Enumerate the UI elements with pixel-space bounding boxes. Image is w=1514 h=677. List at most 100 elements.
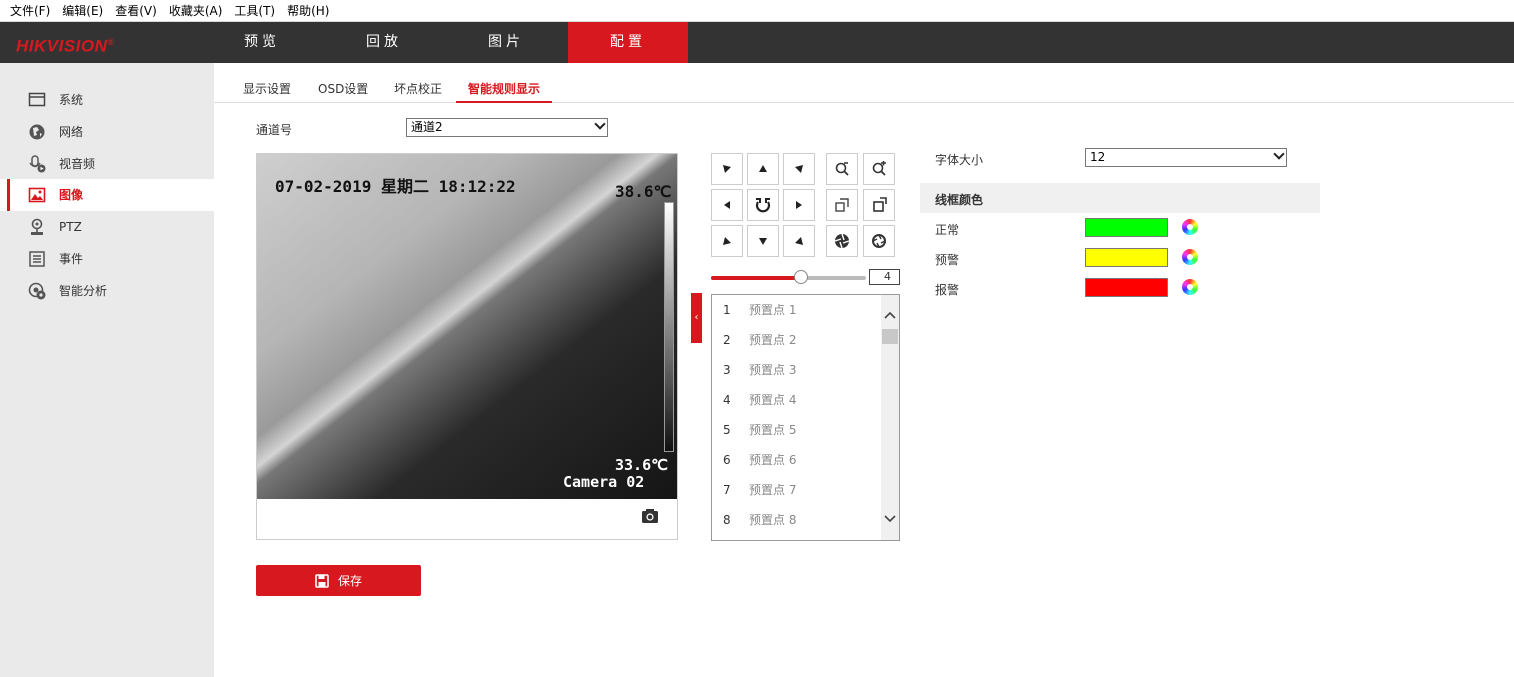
ptz-down-left-button[interactable] — [711, 225, 743, 257]
sidebar-item-label: 图像 — [59, 188, 84, 202]
sidebar-item-smart-analysis[interactable]: 智能分析 — [0, 275, 214, 307]
list-item[interactable]: 3 预置点 3 — [712, 355, 882, 385]
focus-far-button[interactable] — [863, 189, 895, 221]
ptz-left-button[interactable] — [711, 189, 743, 221]
smart-analysis-icon — [28, 282, 46, 300]
sidebar-item-video-audio[interactable]: 视音频 — [0, 148, 214, 180]
menu-favorites[interactable]: 收藏夹(A) — [163, 0, 229, 22]
list-item[interactable]: 6 预置点 6 — [712, 445, 882, 475]
osd-datetime: 07-02-2019 星期二 18:12:22 — [275, 177, 516, 196]
sidebar: 系统 网络 视音频 图像 PTZ 事件 智能分析 — [0, 63, 214, 677]
tab-dead-pixel-correction[interactable]: 坏点校正 — [394, 77, 442, 103]
iris-close-button[interactable] — [863, 225, 895, 257]
nav-tab-playback[interactable]: 回放 — [324, 22, 444, 63]
normal-color-label: 正常 — [935, 223, 960, 237]
nav-tab-preview[interactable]: 预览 — [202, 22, 322, 63]
chevron-up-icon[interactable] — [884, 311, 896, 319]
list-item[interactable]: 4 预置点 4 — [712, 385, 882, 415]
color-picker-icon[interactable] — [1182, 279, 1198, 295]
menu-help[interactable]: 帮助(H) — [281, 0, 335, 22]
tab-smart-rule-display[interactable]: 智能规则显示 — [456, 77, 553, 103]
camera-icon[interactable] — [641, 508, 659, 524]
alarm-color-swatch[interactable] — [1085, 278, 1168, 297]
list-icon — [29, 251, 45, 267]
list-item[interactable]: 5 预置点 5 — [712, 415, 882, 445]
sidebar-item-image[interactable]: 图像 — [0, 179, 214, 211]
frame-color-section-header: 线框颜色 — [920, 183, 1320, 213]
arrow-down-left-icon — [723, 237, 731, 245]
ptz-down-right-button[interactable] — [783, 225, 815, 257]
chevron-down-icon[interactable] — [884, 515, 896, 523]
ptz-speed-value[interactable]: 4 — [869, 269, 900, 285]
list-item[interactable]: 7 预置点 7 — [712, 475, 882, 505]
frame-color-header: 线框颜色 — [935, 193, 984, 207]
chevron-down-icon — [594, 118, 606, 130]
iris-open-button[interactable] — [826, 225, 858, 257]
ptz-up-right-button[interactable] — [783, 153, 815, 185]
sidebar-item-event[interactable]: 事件 — [0, 243, 214, 275]
globe-icon — [29, 124, 45, 140]
ptz-up-button[interactable] — [747, 153, 779, 185]
sidebar-item-system[interactable]: 系统 — [0, 84, 214, 116]
sidebar-item-label: 视音频 — [59, 157, 96, 171]
ptz-speed-slider-fill — [711, 276, 801, 280]
ptz-down-button[interactable] — [747, 225, 779, 257]
channel-select-value: 通道2 — [411, 120, 443, 134]
sidebar-item-network[interactable]: 网络 — [0, 116, 214, 148]
tab-osd-settings[interactable]: OSD设置 — [318, 77, 368, 103]
color-picker-icon[interactable] — [1182, 249, 1198, 265]
warning-color-swatch[interactable] — [1085, 248, 1168, 267]
zoom-out-icon — [835, 162, 849, 176]
chevron-left-icon: ‹ — [694, 312, 699, 323]
monitor-icon — [28, 92, 46, 107]
ptz-right-button[interactable] — [783, 189, 815, 221]
thermal-video-frame[interactable]: 07-02-2019 星期二 18:12:22 38.6℃ 33.6℃ Came… — [257, 154, 677, 499]
arrow-up-icon — [759, 165, 767, 172]
hikvision-logo: HIKVISION® — [16, 36, 115, 56]
arrow-down-icon — [759, 238, 767, 245]
tab-display-settings[interactable]: 显示设置 — [243, 77, 291, 103]
menu-tools[interactable]: 工具(T) — [228, 0, 281, 22]
rotate-icon — [755, 198, 771, 213]
list-item[interactable]: 2 预置点 2 — [712, 325, 882, 355]
scrollbar-thumb[interactable] — [882, 329, 898, 344]
ptz-speed-slider[interactable] — [711, 270, 866, 284]
iris-open-icon — [834, 233, 850, 249]
image-icon — [28, 187, 46, 203]
zoom-out-button[interactable] — [826, 153, 858, 185]
ptz-speed-slider-handle[interactable] — [793, 270, 808, 284]
top-nav-bar: HIKVISION® 预览 回放 图片 配置 — [0, 22, 1514, 63]
arrow-left-icon — [724, 201, 730, 209]
arrow-up-left-icon — [723, 165, 731, 173]
osd-temp-max: 38.6℃ — [615, 182, 672, 201]
chevron-down-icon — [1273, 148, 1285, 160]
ptz-auto-button[interactable] — [747, 189, 779, 221]
save-button[interactable]: 保存 — [256, 565, 421, 596]
list-item[interactable]: 1 预置点 1 — [712, 295, 882, 325]
menu-view[interactable]: 查看(V) — [109, 0, 163, 22]
zoom-in-button[interactable] — [863, 153, 895, 185]
mic-video-icon — [29, 155, 46, 173]
warning-color-label: 预警 — [935, 253, 960, 267]
font-size-select-value: 12 — [1090, 150, 1106, 164]
sidebar-item-ptz[interactable]: PTZ — [0, 211, 214, 243]
ptz-up-left-button[interactable] — [711, 153, 743, 185]
sidebar-item-label: 智能分析 — [59, 284, 108, 298]
nav-tab-configuration[interactable]: 配置 — [568, 22, 688, 63]
color-picker-icon[interactable] — [1182, 219, 1198, 235]
osd-camera-name: Camera 02 — [563, 473, 645, 491]
font-size-select[interactable]: 12 — [1085, 148, 1287, 167]
focus-near-icon — [835, 198, 849, 212]
preset-list-scrollbar[interactable] — [881, 295, 899, 540]
sidebar-item-label: 事件 — [59, 252, 84, 266]
menu-edit[interactable]: 编辑(E) — [56, 0, 109, 22]
video-preview: 07-02-2019 星期二 18:12:22 38.6℃ 33.6℃ Came… — [256, 153, 678, 540]
focus-near-button[interactable] — [826, 189, 858, 221]
normal-color-swatch[interactable] — [1085, 218, 1168, 237]
save-button-label: 保存 — [337, 574, 362, 588]
menu-file[interactable]: 文件(F) — [4, 0, 56, 22]
channel-select[interactable]: 通道2 — [406, 118, 608, 137]
collapse-panel-button[interactable]: ‹ — [691, 293, 702, 343]
list-item[interactable]: 8 预置点 8 — [712, 505, 882, 535]
nav-tab-picture[interactable]: 图片 — [446, 22, 566, 63]
